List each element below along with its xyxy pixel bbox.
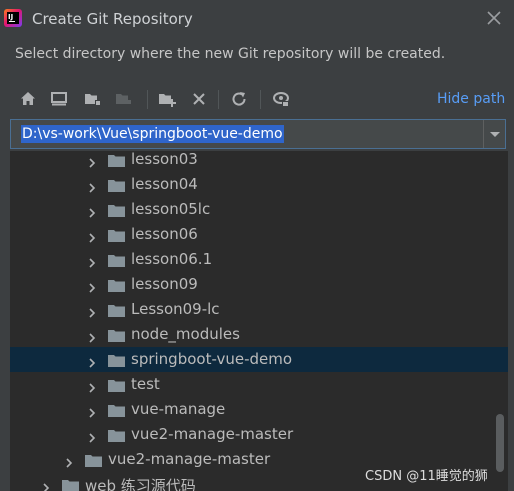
tree-item-label: web 练习源代码 xyxy=(85,477,196,491)
tree-row-test[interactable]: test xyxy=(10,372,508,397)
folder-icon xyxy=(108,153,126,167)
home-icon[interactable] xyxy=(19,90,37,108)
tree-item-label: springboot-vue-demo xyxy=(131,350,293,368)
chevron-right-icon[interactable] xyxy=(86,404,98,418)
chevron-right-icon[interactable] xyxy=(86,279,98,293)
tree-item-label: lesson06.1 xyxy=(131,250,213,268)
folder-icon xyxy=(108,178,126,192)
chevron-right-icon[interactable] xyxy=(86,304,98,318)
folder-icon xyxy=(108,253,126,267)
tree-row-lesson09[interactable]: lesson09 xyxy=(10,272,508,297)
chevron-right-icon[interactable] xyxy=(86,379,98,393)
tree-row-lesson09-lc[interactable]: Lesson09-lc xyxy=(10,297,508,322)
tree-item-label: vue2-manage-master xyxy=(108,450,271,468)
path-input[interactable]: D:\vs-work\Vue\springboot-vue-demo xyxy=(21,125,284,143)
chevron-right-icon[interactable] xyxy=(63,454,75,468)
tree-item-label: vue-manage xyxy=(131,400,226,418)
tree-item-label: test xyxy=(131,375,160,393)
tree-row-springboot-vue-demo[interactable]: springboot-vue-demo xyxy=(10,347,508,372)
tree-row-node-modules[interactable]: node_modules xyxy=(10,322,508,347)
chevron-down-icon[interactable] xyxy=(486,126,504,142)
folder-icon xyxy=(108,228,126,242)
intellij-logo-icon: IJ xyxy=(4,9,22,27)
collapse-icon xyxy=(115,90,133,108)
tree-item-label: lesson09 xyxy=(131,275,198,293)
tree-row-lesson03[interactable]: lesson03 xyxy=(10,151,508,172)
directory-tree[interactable]: lesson03 lesson04 lesson05lc lesson06 le… xyxy=(10,151,508,491)
chevron-right-icon[interactable] xyxy=(86,204,98,218)
folder-icon xyxy=(108,203,126,217)
chevron-right-icon[interactable] xyxy=(86,179,98,193)
folder-icon xyxy=(62,478,80,491)
tree-item-label: lesson06 xyxy=(131,225,198,243)
new-folder-icon[interactable] xyxy=(84,90,102,108)
delete-icon[interactable] xyxy=(190,90,208,108)
toolbar-separator xyxy=(260,90,261,109)
folder-icon xyxy=(108,428,126,442)
combobox-divider xyxy=(483,120,484,148)
path-combobox[interactable]: D:\vs-work\Vue\springboot-vue-demo xyxy=(10,119,506,149)
desktop-icon[interactable] xyxy=(50,90,68,108)
tree-item-label: lesson05lc xyxy=(131,200,211,218)
tree-row-lesson06[interactable]: lesson06 xyxy=(10,222,508,247)
new-folder-add-icon[interactable] xyxy=(158,90,176,108)
tree-item-label: vue2-manage-master xyxy=(131,425,294,443)
folder-icon xyxy=(108,403,126,417)
watermark: CSDN @11睡觉的狮 xyxy=(365,469,488,484)
toolbar-separator xyxy=(147,90,148,109)
title-bar: IJ Create Git Repository xyxy=(0,0,514,40)
tree-row-lesson06-1[interactable]: lesson06.1 xyxy=(10,247,508,272)
chevron-right-icon[interactable] xyxy=(86,254,98,268)
tree-row-lesson04[interactable]: lesson04 xyxy=(10,172,508,197)
toolbar-separator xyxy=(218,90,219,109)
tree-row-lesson05lc[interactable]: lesson05lc xyxy=(10,197,508,222)
chevron-right-icon[interactable] xyxy=(86,329,98,343)
folder-icon xyxy=(108,353,126,367)
folder-icon xyxy=(85,453,103,467)
close-icon[interactable] xyxy=(484,8,504,28)
chevron-right-icon[interactable] xyxy=(86,154,98,168)
dialog-title: Create Git Repository xyxy=(32,10,193,28)
chevron-right-icon[interactable] xyxy=(86,229,98,243)
tree-scrollbar[interactable] xyxy=(496,414,504,472)
hide-path-link[interactable]: Hide path xyxy=(437,91,505,107)
folder-icon xyxy=(108,378,126,392)
chevron-right-icon[interactable] xyxy=(86,429,98,443)
tree-item-label: lesson04 xyxy=(131,175,198,193)
dialog-description: Select directory where the new Git repos… xyxy=(15,46,446,62)
folder-icon xyxy=(108,303,126,317)
chevron-right-icon[interactable] xyxy=(86,354,98,368)
tree-item-label: node_modules xyxy=(131,325,240,343)
tree-item-label: Lesson09-lc xyxy=(131,300,220,318)
chevron-right-icon[interactable] xyxy=(40,479,52,491)
tree-row-vue2-manage-master[interactable]: vue2-manage-master xyxy=(10,422,508,447)
tree-item-label: lesson03 xyxy=(131,151,198,168)
refresh-icon[interactable] xyxy=(230,90,248,108)
tree-row-vue-manage[interactable]: vue-manage xyxy=(10,397,508,422)
folder-icon xyxy=(108,278,126,292)
show-hidden-icon[interactable] xyxy=(272,90,290,108)
folder-icon xyxy=(108,328,126,342)
